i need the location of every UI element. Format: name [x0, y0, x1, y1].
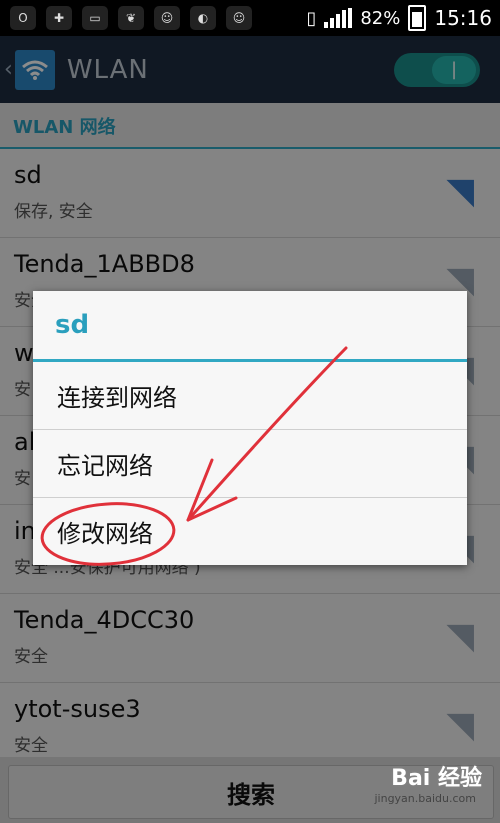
status-bar: O ✚ ▭ ❦ ☺ ◐ ☺ ▯ 82% 15:16	[0, 0, 500, 36]
status-indicators: ▯ 82% 15:16	[306, 5, 500, 31]
dialog-title: sd	[55, 310, 90, 340]
avatar-icon: ☺	[226, 6, 252, 30]
network-options-dialog: sd 连接到网络 忘记网络 修改网络	[33, 291, 467, 565]
connect-network-option[interactable]: 连接到网络	[33, 362, 467, 430]
option-label: 忘记网络	[57, 452, 153, 480]
dialog-title-bar: sd	[33, 291, 467, 362]
leaf-icon: ❦	[118, 6, 144, 30]
opera-icon: O	[10, 6, 36, 30]
wechat-icon: ◐	[190, 6, 216, 30]
baidu-watermark: Bai 经验 jingyan.baidu.com	[372, 760, 482, 816]
battery-percent: 82%	[360, 7, 401, 29]
battery-icon	[408, 5, 427, 31]
forget-network-option[interactable]: 忘记网络	[33, 430, 467, 498]
modify-network-option[interactable]: 修改网络	[33, 498, 467, 565]
phone-vibrate-icon: ▯	[306, 7, 317, 29]
signal-bars-icon	[324, 8, 353, 28]
notification-icons: O ✚ ▭ ❦ ☺ ◐ ☺	[0, 6, 252, 30]
clock: 15:16	[434, 6, 492, 30]
avatar-icon: ☺	[154, 6, 180, 30]
option-label: 连接到网络	[57, 384, 177, 412]
watermark-logo: Bai 经验	[391, 766, 482, 791]
plus-icon: ✚	[46, 6, 72, 30]
watermark-url: jingyan.baidu.com	[374, 792, 476, 805]
option-label: 修改网络	[57, 520, 153, 548]
battery-app-icon: ▭	[82, 6, 108, 30]
